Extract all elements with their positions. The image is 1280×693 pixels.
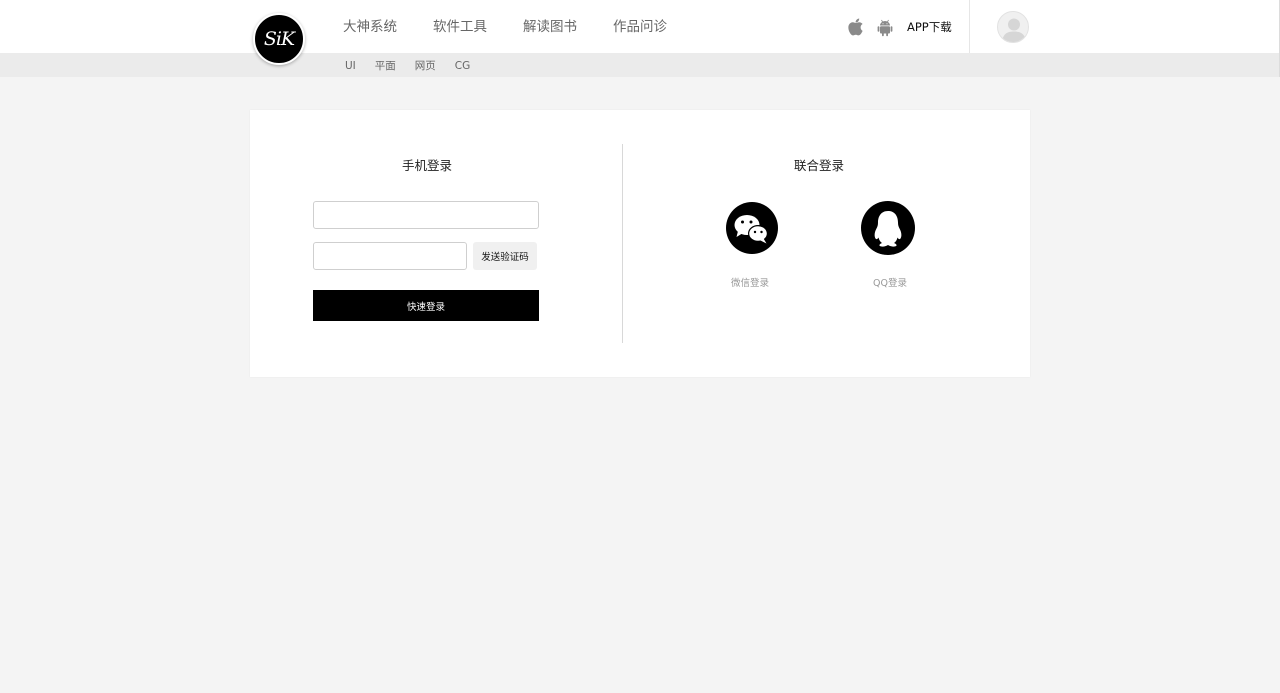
logo-text: SiK (263, 28, 295, 50)
subnav-item-web[interactable]: 网页 (415, 59, 436, 73)
vertical-divider (622, 144, 623, 343)
subnav-item-cg[interactable]: CG (455, 59, 470, 73)
phone-input[interactable] (313, 201, 539, 229)
sub-nav: UI 平面 网页 CG (345, 59, 489, 73)
nav-item-system[interactable]: 大神系统 (343, 18, 397, 36)
joint-login-title: 联合登录 (794, 158, 845, 173)
login-card: 手机登录 发送验证码 快速登录 联合登录 微信登录 QQ登录 (250, 110, 1030, 377)
header-divider (969, 0, 970, 53)
nav-item-tools[interactable]: 软件工具 (433, 18, 487, 36)
send-code-button[interactable]: 发送验证码 (473, 242, 537, 270)
qq-icon[interactable] (861, 201, 915, 255)
quick-login-button[interactable]: 快速登录 (313, 290, 539, 321)
nav-item-books[interactable]: 解读图书 (523, 18, 577, 36)
wechat-login-label[interactable]: 微信登录 (731, 278, 769, 290)
subnav-item-ui[interactable]: UI (345, 59, 356, 73)
app-download-link[interactable]: APP下载 (907, 20, 952, 35)
apple-icon[interactable] (848, 18, 864, 36)
qq-login-label[interactable]: QQ登录 (873, 278, 907, 290)
phone-login-title: 手机登录 (402, 158, 453, 173)
nav-item-critique[interactable]: 作品问诊 (613, 18, 667, 36)
verification-code-input[interactable] (313, 242, 467, 270)
android-icon[interactable] (877, 19, 893, 37)
subnav-item-graphic[interactable]: 平面 (375, 59, 396, 73)
main-nav: 大神系统 软件工具 解读图书 作品问诊 (343, 18, 703, 36)
sub-bar (0, 53, 1280, 77)
user-avatar[interactable] (997, 11, 1029, 43)
wechat-icon[interactable] (726, 202, 778, 254)
site-logo[interactable]: SiK (253, 13, 305, 65)
